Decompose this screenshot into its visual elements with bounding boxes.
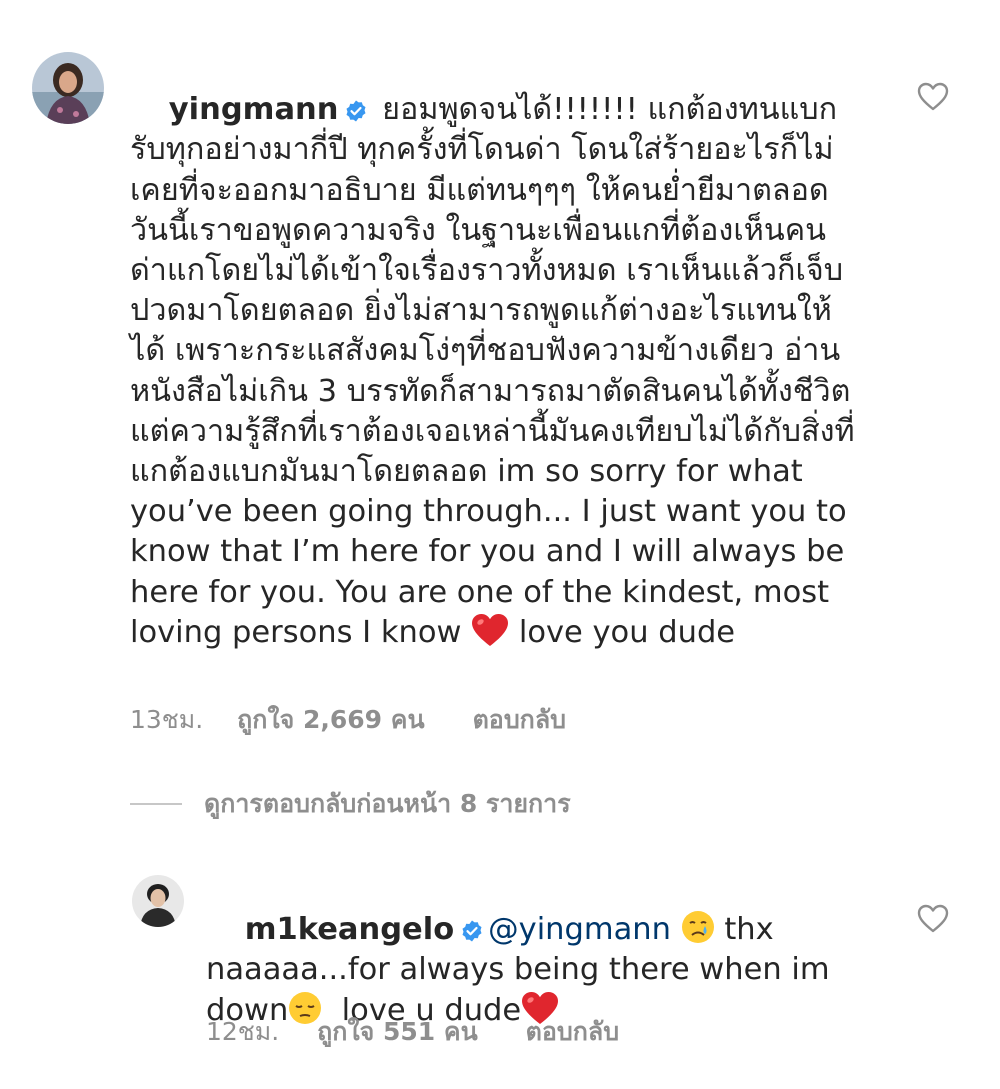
reply-m1keangelo: m1keangelo @yingmann thx naaaaa...for alw… bbox=[0, 860, 1000, 1080]
crying-face-emoji-icon bbox=[681, 911, 714, 944]
reply-avatar[interactable] bbox=[132, 875, 184, 927]
comment-meta: 13ชม. ถูกใจ 2,669 คน ตอบกลับ bbox=[130, 700, 566, 740]
verified-badge-icon bbox=[462, 920, 482, 942]
reply-username[interactable]: m1keangelo bbox=[245, 912, 454, 947]
red-heart-emoji-icon bbox=[472, 613, 509, 646]
reply-reply-button[interactable]: ตอบกลับ bbox=[526, 1012, 619, 1052]
comment-body-end: love you dude bbox=[509, 614, 736, 650]
view-replies-label: ดูการตอบกลับก่อนหน้า 8 รายการ bbox=[204, 789, 571, 818]
verified-badge-icon bbox=[346, 100, 366, 122]
view-previous-replies-button[interactable]: ดูการตอบกลับก่อนหน้า 8 รายการ bbox=[130, 788, 571, 820]
comment-body: ยอมพูดจนได้!!!!!!! แกต้องทนแบกรับทุกอย่า… bbox=[130, 92, 870, 650]
like-heart-icon[interactable] bbox=[916, 902, 950, 936]
comment-time: 13ชม. bbox=[130, 705, 204, 734]
comment-likes-link[interactable]: ถูกใจ 2,669 คน bbox=[237, 700, 424, 740]
reply-time: 12ชม. bbox=[206, 1017, 280, 1046]
comment-yingmann: yingmann ยอมพูดจนได้!!!!!!! แกต้องทนแบกร… bbox=[0, 0, 1000, 760]
comment-reply-button[interactable]: ตอบกลับ bbox=[473, 700, 566, 740]
comment-username[interactable]: yingmann bbox=[169, 92, 339, 127]
like-heart-icon[interactable] bbox=[916, 80, 950, 114]
reply-likes-link[interactable]: ถูกใจ 551 คน bbox=[317, 1012, 478, 1052]
reply-mention-link[interactable]: @yingmann bbox=[488, 912, 671, 947]
avatar[interactable] bbox=[32, 52, 104, 124]
comment-text: yingmann ยอมพูดจนได้!!!!!!! แกต้องทนแบกร… bbox=[130, 50, 860, 693]
replies-divider-line bbox=[130, 803, 182, 805]
reply-meta: 12ชม. ถูกใจ 551 คน ตอบกลับ bbox=[206, 1012, 619, 1052]
